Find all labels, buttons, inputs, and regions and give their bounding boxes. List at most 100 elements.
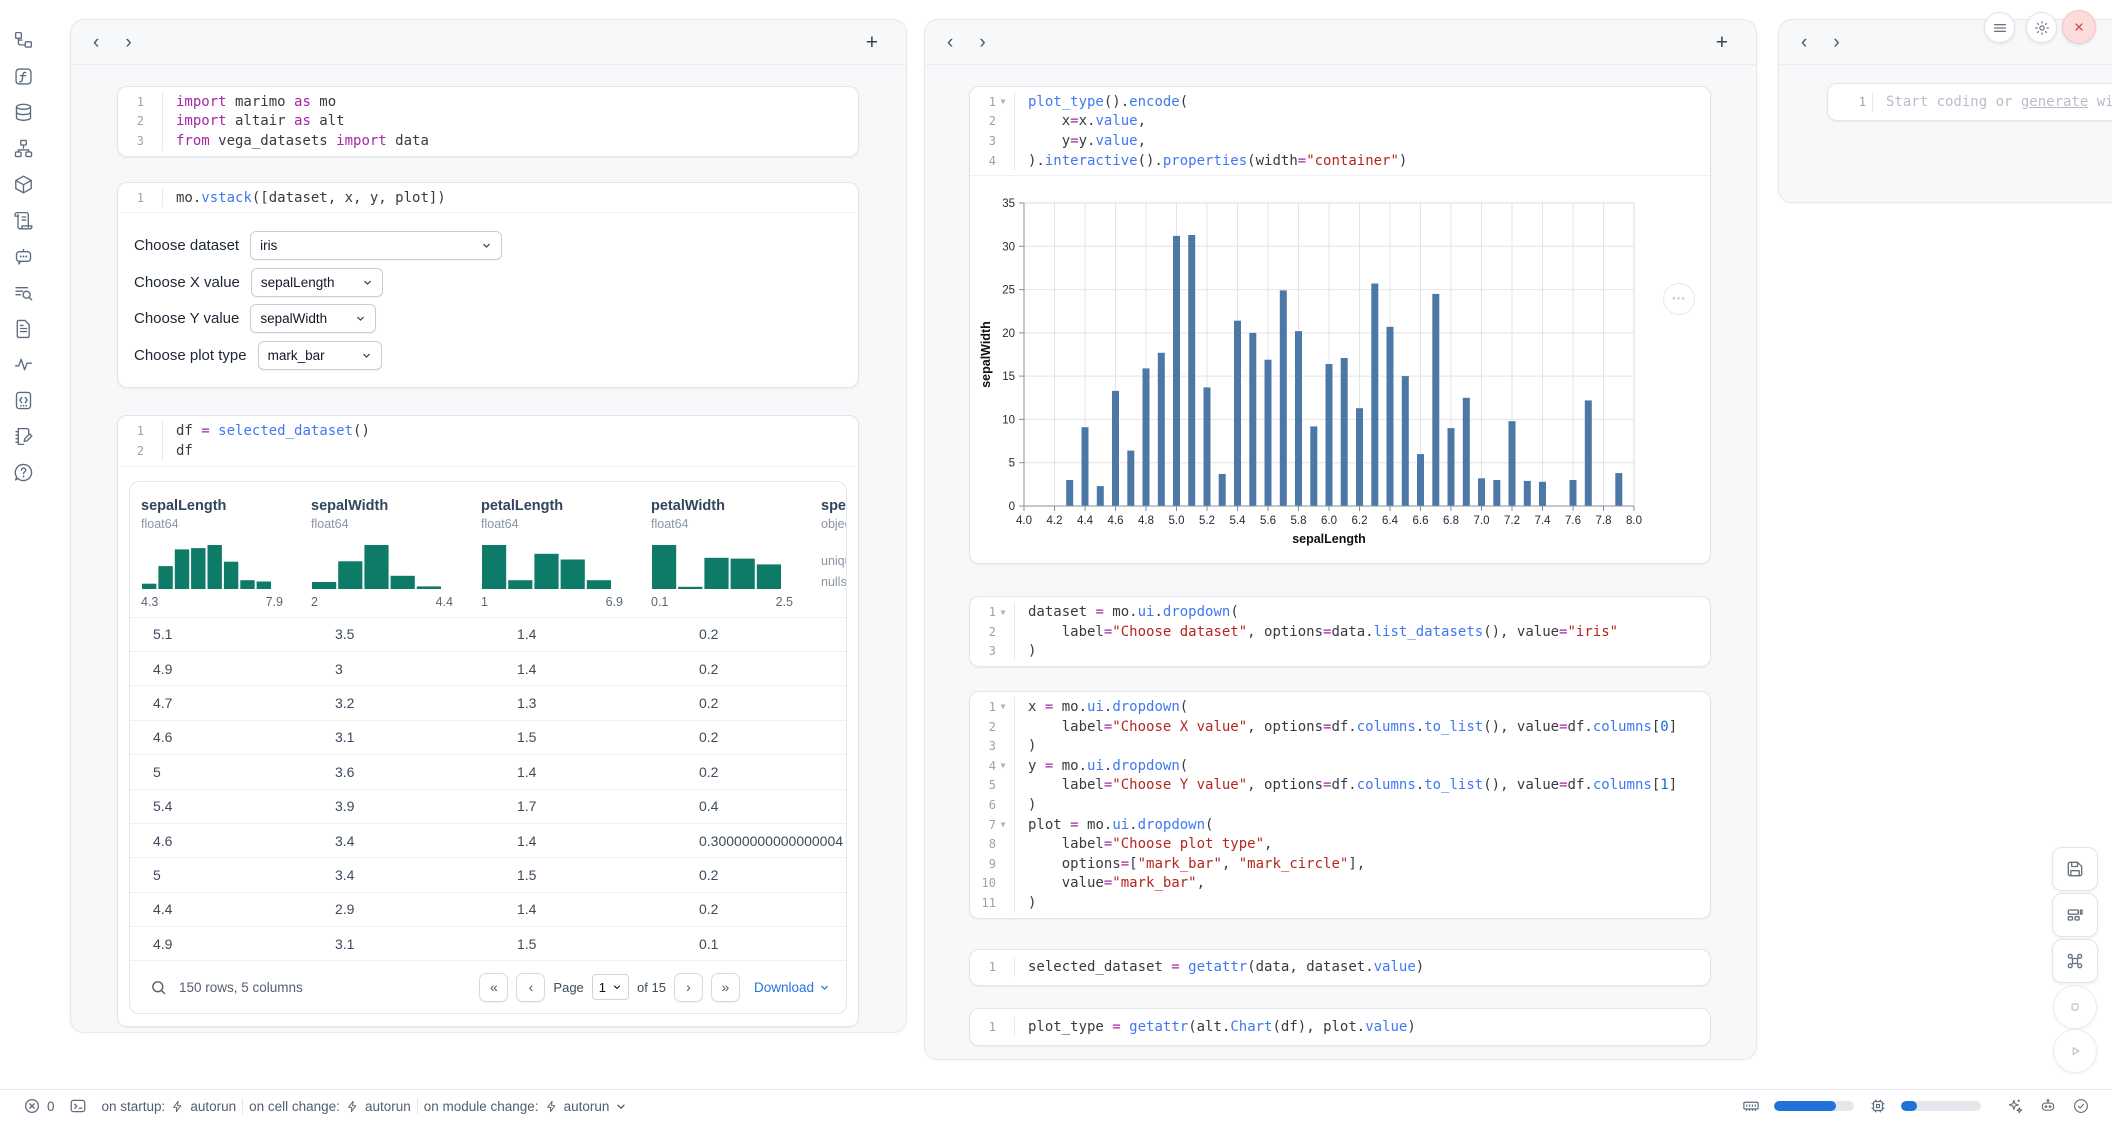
keyboard-shortcuts-button[interactable]	[2052, 939, 2098, 983]
stop-button[interactable]	[2053, 985, 2097, 1029]
runtime-config-segment[interactable]: on module change:autorun	[424, 1099, 628, 1114]
chat-bot-icon[interactable]	[11, 244, 35, 268]
notebook-menu-button[interactable]	[1984, 12, 2015, 43]
help-icon[interactable]	[11, 460, 35, 484]
download-button[interactable]: Download	[754, 980, 830, 995]
add-cell-button[interactable]: +	[860, 31, 884, 54]
segment-value: autorun	[365, 1099, 411, 1114]
package-icon[interactable]	[11, 172, 35, 196]
save-button[interactable]	[2052, 847, 2098, 891]
column-prev-button[interactable]: ‹	[1801, 33, 1807, 52]
fold-chevron-icon[interactable]: ▼	[998, 608, 1008, 617]
cell-dataframe: 12df = selected_dataset()df sepalLengthf…	[117, 415, 859, 1027]
code-editor[interactable]: 1▼23dataset = mo.ui.dropdown( label="Cho…	[970, 597, 1710, 666]
code-editor[interactable]: 1selected_dataset = getattr(data, datase…	[970, 950, 1710, 986]
table-row[interactable]: 53.41.50.2setosa	[130, 857, 846, 891]
column-next-button[interactable]: ›	[1833, 33, 1839, 52]
code-editor[interactable]: 1plot_type = getattr(alt.Chart(df), plot…	[970, 1009, 1710, 1045]
dropdown-select[interactable]: mark_bar	[258, 341, 382, 370]
table-cell: 0.2	[687, 626, 847, 642]
scratchpad-icon[interactable]	[11, 424, 35, 448]
table-row[interactable]: 5.13.51.40.2setosa	[130, 617, 846, 651]
page-select[interactable]: 1	[592, 974, 629, 1000]
chart-actions-button[interactable]: ●●●	[1663, 283, 1695, 315]
code-editor[interactable]: 12df = selected_dataset()df	[118, 416, 858, 465]
next-page-button[interactable]: ›	[674, 973, 703, 1002]
last-page-button[interactable]: »	[711, 973, 740, 1002]
code-editor[interactable]: 123import marimo as moimport altair as a…	[118, 87, 858, 156]
add-cell-button[interactable]: +	[1710, 31, 1734, 54]
first-page-button[interactable]: «	[479, 973, 508, 1002]
file-tree-icon[interactable]	[11, 28, 35, 52]
ai-sparkles-button[interactable]	[2005, 1097, 2024, 1116]
table-cell: 3.4	[323, 833, 505, 849]
code-line: plot_type().encode(	[1015, 92, 1710, 112]
settings-button[interactable]	[2026, 12, 2057, 43]
column1-header: ‹ › +	[71, 20, 906, 65]
chat-bot-button[interactable]	[2038, 1097, 2057, 1116]
table-column-header[interactable]: sepalWidthfloat6424.4	[311, 498, 481, 609]
table-row[interactable]: 4.931.40.2setosa	[130, 651, 846, 685]
code-editor[interactable]: 1▼234▼567▼891011x = mo.ui.dropdown( labe…	[970, 692, 1710, 918]
code-line: label="Choose Y value", options=df.colum…	[1015, 776, 1710, 796]
line-number: 2	[118, 441, 162, 461]
terminal-button[interactable]	[69, 1097, 88, 1116]
svg-text:4.6: 4.6	[1108, 515, 1124, 527]
run-button[interactable]	[2053, 1029, 2097, 1073]
code-editor[interactable]: 1mo.vstack([dataset, x, y, plot])	[118, 183, 858, 213]
table-row[interactable]: 4.63.41.40.30000000000000004setosa	[130, 823, 846, 857]
connection-status-button[interactable]	[2071, 1097, 2090, 1116]
table-column-header[interactable]: speciesobjectunique:nulls:	[821, 498, 847, 609]
errors-badge[interactable]: 0	[22, 1097, 55, 1116]
table-cell: 4.9	[141, 661, 323, 677]
svg-text:7.6: 7.6	[1565, 515, 1581, 527]
table-column-header[interactable]: petalLengthfloat6416.9	[481, 498, 651, 609]
svg-text:sepalWidth: sepalWidth	[979, 322, 993, 389]
gear-icon	[2034, 20, 2050, 36]
runtime-config-segment[interactable]: on cell change:autorun	[249, 1099, 411, 1114]
chevron-down-icon	[361, 350, 372, 361]
fold-chevron-icon[interactable]: ▼	[998, 820, 1008, 829]
list-search-icon[interactable]	[11, 280, 35, 304]
code-editor[interactable]: 1 Start coding or generate with AI	[1828, 84, 2112, 120]
search-icon[interactable]	[150, 979, 167, 996]
scroll-icon[interactable]	[11, 208, 35, 232]
line-number: 1	[118, 421, 162, 441]
column-next-button[interactable]: ›	[979, 33, 985, 52]
snippets-icon[interactable]	[11, 388, 35, 412]
document-icon[interactable]	[11, 316, 35, 340]
dropdown-select[interactable]: iris	[250, 231, 502, 260]
fold-chevron-icon[interactable]: ▼	[998, 97, 1008, 106]
cpu-usage-bar	[1901, 1101, 1981, 1111]
table-row[interactable]: 4.63.11.50.2setosa	[130, 720, 846, 754]
dropdown-select[interactable]: sepalLength	[251, 268, 383, 297]
column-prev-button[interactable]: ‹	[93, 33, 99, 52]
table-column-header[interactable]: petalWidthfloat640.12.5	[651, 498, 821, 609]
table-row[interactable]: 53.61.40.2setosa	[130, 754, 846, 788]
column-histogram	[481, 543, 651, 589]
runtime-config-segment[interactable]: on startup:autorun	[102, 1099, 237, 1114]
database-icon[interactable]	[11, 100, 35, 124]
code-editor[interactable]: 1▼234plot_type().encode( x=x.value, y=y.…	[970, 87, 1710, 175]
layout-button[interactable]	[2052, 893, 2098, 937]
fold-chevron-icon[interactable]: ▼	[998, 702, 1008, 711]
prev-page-button[interactable]: ‹	[516, 973, 545, 1002]
activity-icon[interactable]	[11, 352, 35, 376]
error-count: 0	[47, 1099, 55, 1114]
table-row[interactable]: 4.42.91.40.2setosa	[130, 892, 846, 926]
fold-chevron-icon[interactable]: ▼	[998, 761, 1008, 770]
table-row[interactable]: 4.93.11.50.1setosa	[130, 926, 846, 960]
column-next-button[interactable]: ›	[125, 33, 131, 52]
shutdown-button[interactable]	[2062, 10, 2096, 44]
generate-with-ai-link[interactable]: generate	[2021, 94, 2088, 110]
line-number: 6	[970, 795, 1014, 815]
table-cell: 1.4	[505, 833, 687, 849]
table-row[interactable]: 4.73.21.30.2setosa	[130, 685, 846, 719]
dropdown-value: mark_bar	[268, 348, 325, 363]
dropdown-select[interactable]: sepalWidth	[250, 304, 376, 333]
table-column-header[interactable]: sepalLengthfloat644.37.9	[141, 498, 311, 609]
column-prev-button[interactable]: ‹	[947, 33, 953, 52]
function-icon[interactable]	[11, 64, 35, 88]
dependency-graph-icon[interactable]	[11, 136, 35, 160]
table-row[interactable]: 5.43.91.70.4setosa	[130, 789, 846, 823]
